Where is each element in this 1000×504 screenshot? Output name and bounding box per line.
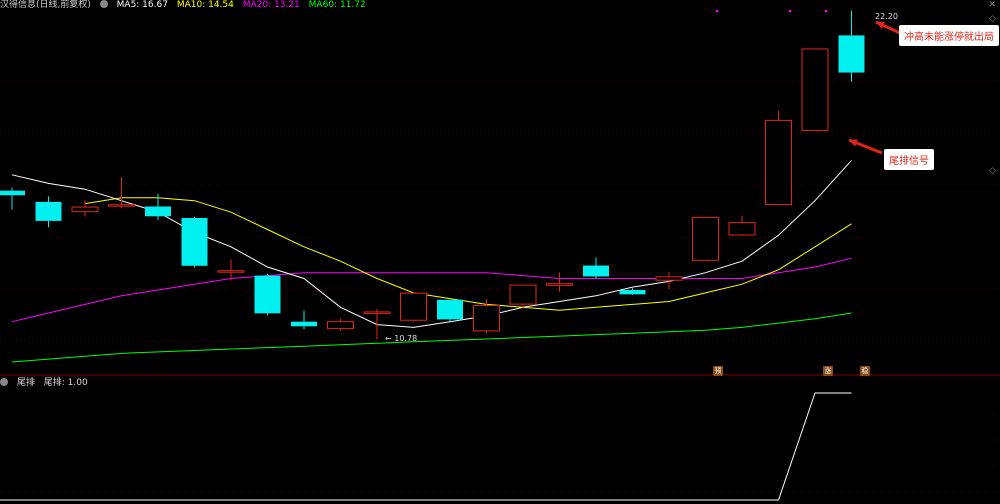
restore-diamond-icon[interactable]: ◇ — [989, 166, 996, 176]
candle-body-down — [838, 35, 865, 73]
kline-chart[interactable] — [0, 0, 1000, 504]
candle-body-up — [801, 48, 829, 131]
mark-yu: 预 — [713, 366, 723, 376]
sub-value: 尾排: 1.00 — [43, 378, 88, 388]
candle-body-up — [400, 292, 427, 321]
candle-body-down — [437, 299, 463, 320]
low-price-label: ← 10.78 — [385, 334, 418, 343]
tail-indicator-line — [0, 392, 852, 501]
ma5-line — [11, 160, 852, 328]
candle-body-up — [71, 206, 99, 213]
ma10-readout: MA10: 14.54 — [176, 0, 234, 10]
candle-body-down — [291, 321, 317, 327]
mark-wen: 稳 — [860, 366, 870, 376]
candle-body-up — [655, 276, 683, 281]
sub-chart-header: 尾排 尾排: 1.00 — [0, 377, 94, 389]
sub-title: 尾排 — [16, 378, 35, 388]
candle-body-up — [327, 321, 354, 330]
mark-zhang: 涨 — [823, 366, 833, 376]
sub-settings-circle-icon[interactable] — [0, 378, 8, 386]
high-price-label: 22.20 — [875, 12, 898, 21]
candle-body-up — [692, 216, 719, 261]
signal-dot — [715, 9, 719, 13]
candle-body-up — [217, 270, 245, 273]
ma20-line — [11, 257, 852, 323]
candle-body-down — [181, 218, 208, 266]
candle-body-up — [728, 222, 756, 236]
candle-body-down — [0, 190, 25, 196]
ma5-readout: MA5: 16.67 — [116, 0, 168, 10]
candle-body-down — [583, 265, 609, 277]
main-chart-header: 汉得信息(日线,前复权) MA5: 16.67 MA10: 14.54 MA20… — [0, 0, 372, 11]
candle-body-up — [765, 119, 792, 205]
candle-body-down — [145, 206, 171, 217]
signal-dot — [824, 9, 828, 13]
candle-body-up — [509, 284, 537, 305]
candle-body-up — [473, 305, 500, 332]
candle-body-down — [254, 275, 281, 314]
candle-body-down — [619, 290, 646, 295]
settings-circle-icon[interactable] — [99, 0, 108, 8]
ma20-readout: MA20: 13.21 — [242, 0, 300, 10]
low-price-value: 10.78 — [394, 334, 418, 343]
close-x-icon[interactable]: ✕ — [988, 0, 996, 10]
callout-exit: 冲高未能涨停就出局 — [899, 25, 999, 46]
candle-body-up — [363, 311, 391, 314]
ma60-line — [11, 312, 852, 363]
expand-diamond-icon[interactable]: ◇ — [989, 14, 996, 24]
signal-dot — [788, 9, 792, 13]
ma60-readout: MA60: 11.72 — [308, 0, 366, 10]
candle-body-up — [108, 204, 135, 207]
stock-title: 汉得信息(日线,前复权) — [0, 0, 91, 10]
candle-body-up — [546, 283, 573, 286]
callout-tail-signal: 尾排信号 — [884, 149, 934, 170]
candle-body-down — [35, 201, 62, 221]
